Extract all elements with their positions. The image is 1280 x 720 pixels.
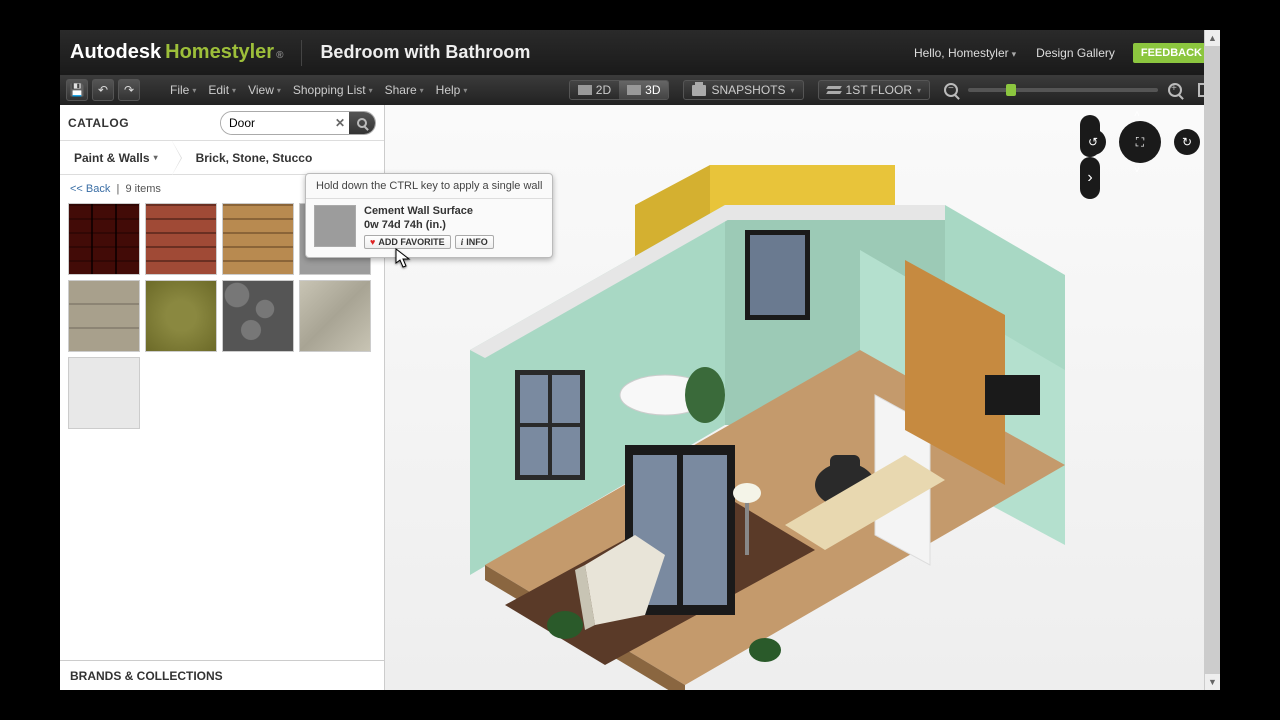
swatch-stucco-white[interactable]	[68, 357, 140, 429]
feedback-button[interactable]: FEEDBACK	[1133, 43, 1210, 63]
header-divider	[301, 40, 302, 66]
clear-search-button[interactable]: ✕	[331, 112, 349, 134]
zoom-in-button[interactable]	[1168, 83, 1182, 97]
orbit-right-button[interactable]: ›	[1080, 157, 1100, 199]
orbit-center-button[interactable]: ⛶	[1119, 121, 1161, 163]
swatch-brick-red-2[interactable]	[145, 203, 217, 275]
brand-reg-icon: ®	[276, 50, 283, 61]
mode-3d-button[interactable]: 3D	[619, 81, 668, 99]
menu-view[interactable]: View	[244, 83, 285, 97]
search-wrap: ✕	[220, 111, 376, 135]
brands-collections-button[interactable]: BRANDS & COLLECTIONS	[60, 660, 384, 690]
menu-file[interactable]: File	[166, 83, 200, 97]
toolbar: 💾 ↶ ↷ File Edit View Shopping List Share…	[60, 75, 1220, 105]
back-link[interactable]: << Back	[70, 183, 110, 195]
main-area: CATALOG ✕ Paint & Walls Brick, Stone, St…	[60, 105, 1220, 690]
catalog-heading: CATALOG	[68, 116, 129, 130]
brand-logo: Autodesk Homestyler ®	[70, 41, 283, 64]
material-dimensions: 0w 74d 74h (in.)	[364, 219, 494, 231]
menu-help[interactable]: Help	[432, 83, 472, 97]
search-icon	[357, 118, 367, 128]
orbit-navigator: ˄ ↺ ‹ ⛶ › ↻ ˅	[1080, 115, 1200, 170]
rotate-cw-button[interactable]: ↻	[1174, 129, 1200, 155]
redo-button[interactable]: ↷	[118, 79, 140, 101]
menu-shopping-list[interactable]: Shopping List	[289, 83, 377, 97]
header-bar: Autodesk Homestyler ® Bedroom with Bathr…	[60, 30, 1220, 75]
brand-autodesk: Autodesk	[70, 41, 161, 64]
info-button[interactable]: iINFO	[455, 235, 494, 249]
heart-icon: ♥	[370, 237, 375, 247]
swatch-marble[interactable]	[299, 280, 371, 352]
breadcrumb-brick-stone[interactable]: Brick, Stone, Stucco	[182, 141, 327, 174]
orbit-up-button[interactable]: ˄	[1134, 109, 1140, 120]
zoom-out-button[interactable]	[944, 83, 958, 97]
menu-share[interactable]: Share	[381, 83, 428, 97]
add-favorite-button[interactable]: ♥ADD FAVORITE	[364, 235, 451, 249]
info-icon: i	[461, 237, 464, 247]
design-gallery-link[interactable]: Design Gallery	[1036, 46, 1115, 60]
item-count: | 9 items	[113, 183, 161, 195]
plan-icon	[578, 85, 592, 95]
save-button[interactable]: 💾	[66, 79, 88, 101]
undo-button[interactable]: ↶	[92, 79, 114, 101]
scroll-down-button[interactable]: ▼	[1205, 674, 1220, 690]
mode-2d-button[interactable]: 2D	[570, 81, 619, 99]
vertical-scrollbar[interactable]: ▲ ▼	[1204, 30, 1220, 690]
view-mode-toggle: 2D 3D	[569, 80, 670, 100]
swatch-moss-stone[interactable]	[145, 280, 217, 352]
cube-icon	[627, 85, 641, 95]
zoom-slider[interactable]	[968, 88, 1158, 92]
floor-selector[interactable]: 1ST FLOOR	[818, 80, 930, 100]
tooltip-thumbnail	[314, 205, 356, 247]
orbit-down-button[interactable]: ˅	[1134, 165, 1140, 176]
swatch-brick-red-1[interactable]	[68, 203, 140, 275]
swatch-stone-tile[interactable]	[68, 280, 140, 352]
layers-icon	[827, 84, 841, 96]
material-name: Cement Wall Surface	[364, 205, 494, 217]
camera-icon	[692, 85, 706, 96]
material-tooltip: Hold down the CTRL key to apply a single…	[305, 173, 553, 258]
breadcrumb: Paint & Walls Brick, Stone, Stucco	[60, 141, 384, 175]
user-menu[interactable]: Hello, Homestyler	[914, 46, 1016, 60]
zoom-thumb[interactable]	[1006, 84, 1016, 96]
menu-edit[interactable]: Edit	[204, 83, 240, 97]
search-button[interactable]	[349, 112, 375, 134]
document-title: Bedroom with Bathroom	[320, 42, 530, 63]
snapshots-button[interactable]: SNAPSHOTS	[683, 80, 803, 100]
breadcrumb-paint-walls[interactable]: Paint & Walls	[60, 141, 172, 174]
rotate-ccw-button[interactable]: ↺	[1080, 129, 1106, 155]
catalog-header-row: CATALOG ✕	[60, 105, 384, 141]
app-window: Autodesk Homestyler ® Bedroom with Bathr…	[60, 30, 1220, 690]
scroll-thumb[interactable]	[1205, 46, 1220, 674]
search-input[interactable]	[221, 112, 331, 134]
swatch-brick-tan[interactable]	[222, 203, 294, 275]
tooltip-hint: Hold down the CTRL key to apply a single…	[306, 174, 552, 199]
brand-homestyler: Homestyler	[165, 41, 274, 64]
scroll-up-button[interactable]: ▲	[1205, 30, 1220, 46]
swatch-cobblestone[interactable]	[222, 280, 294, 352]
